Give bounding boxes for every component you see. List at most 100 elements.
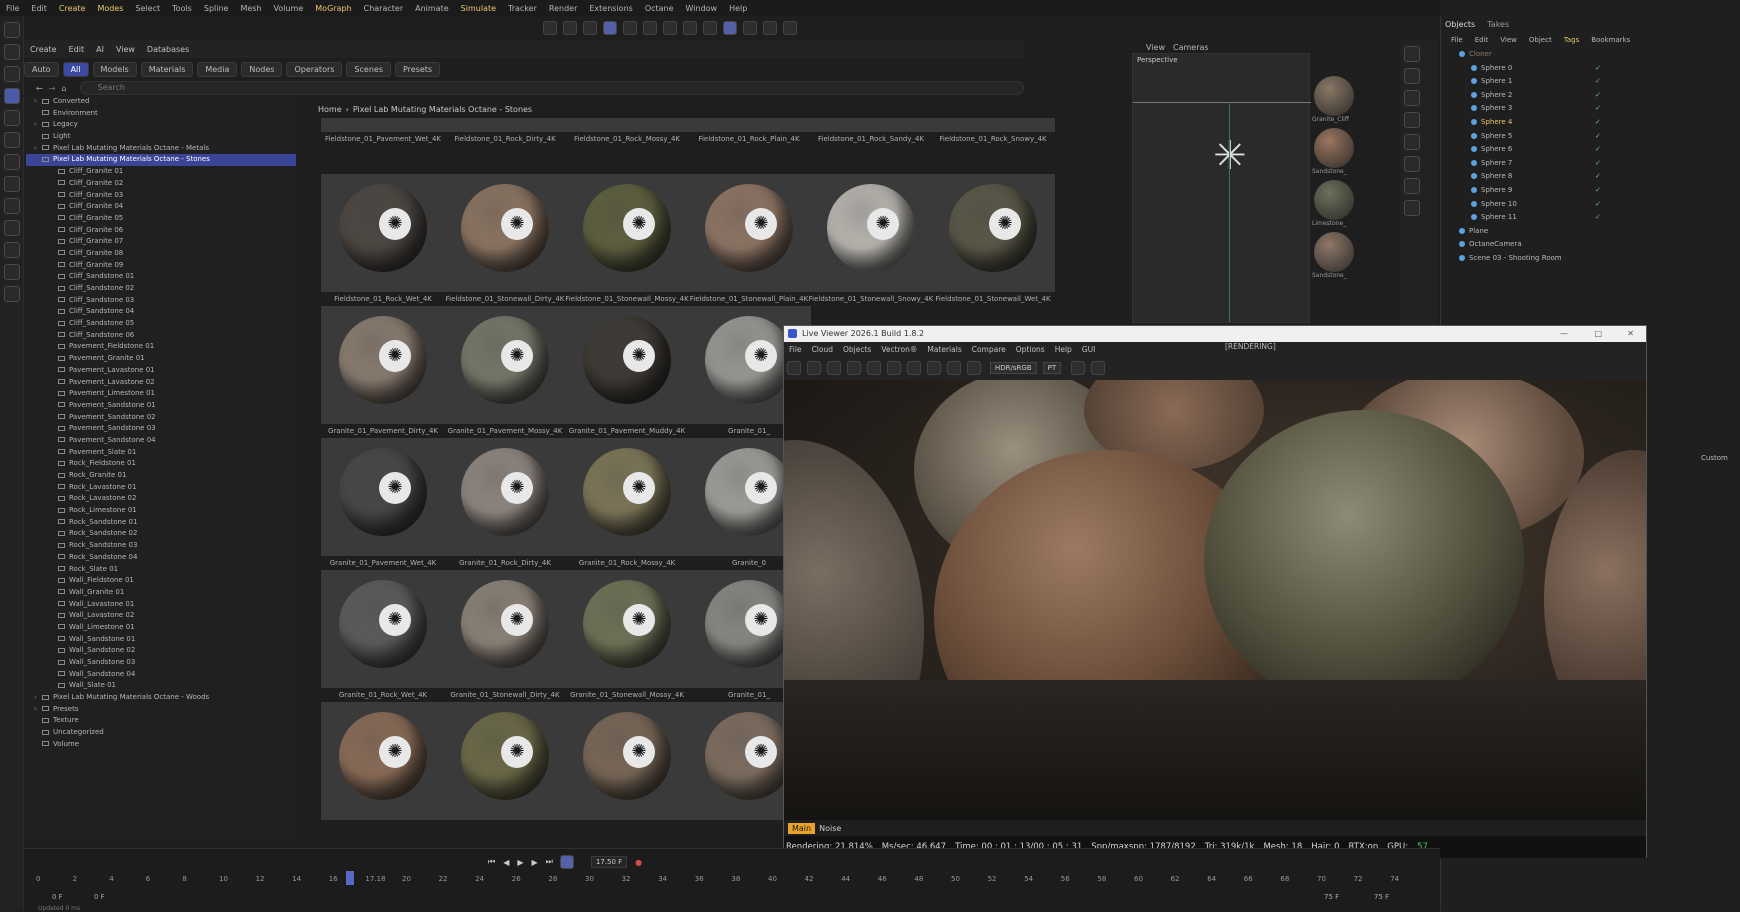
tree-item[interactable]: Pavement_Granite 01 — [26, 353, 296, 365]
start-frame-field-2[interactable]: 0 F — [94, 893, 105, 901]
asset-menu-ai[interactable]: AI — [96, 45, 104, 54]
sphere-preview-icon[interactable] — [907, 361, 921, 375]
asset-thumbnail[interactable]: ✺ — [443, 570, 567, 688]
tree-item[interactable]: Cliff_Granite 03 — [26, 190, 296, 202]
tree-item[interactable]: Pavement_Lavastone 01 — [26, 365, 296, 377]
asset-thumbnail[interactable]: ✺ — [321, 702, 445, 820]
home-icon[interactable]: ⌂ — [61, 84, 66, 93]
visible-check-icon[interactable]: ✓ — [1595, 102, 1601, 116]
filter-tag-materials[interactable]: Materials — [140, 61, 194, 77]
object-menu-bookmarks[interactable]: Bookmarks — [1591, 36, 1630, 44]
visible-check-icon[interactable]: ✓ — [1595, 116, 1601, 130]
object-row[interactable]: OctaneCamera — [1455, 238, 1740, 252]
field-icon[interactable] — [1404, 200, 1420, 216]
filter-tag-presets[interactable]: Presets — [394, 61, 441, 77]
menu-item-create[interactable]: Create — [59, 4, 86, 13]
tree-item[interactable]: Wall_Granite 01 — [26, 587, 296, 599]
playhead[interactable] — [346, 871, 354, 885]
restart-render-icon[interactable] — [807, 361, 821, 375]
asset-card[interactable]: ✺ — [562, 702, 692, 823]
asset-card[interactable]: ✺ — [318, 702, 448, 823]
object-menu-tags[interactable]: Tags — [1564, 36, 1580, 44]
object-row[interactable]: Sphere 1 ✓ — [1455, 75, 1740, 89]
asset-thumbnail[interactable]: ✺ — [687, 118, 811, 132]
asset-card[interactable]: ✺ Granite_01_Rock_Wet_4K — [318, 570, 448, 702]
asset-thumbnail[interactable]: ✺ — [565, 118, 689, 132]
material-slot[interactable]: Sandstone_ — [1312, 128, 1356, 178]
asset-thumbnail[interactable]: ✺ — [565, 570, 689, 688]
tree-item[interactable]: Wall_Slate 01 — [26, 680, 296, 692]
generator-icon[interactable] — [1404, 134, 1420, 150]
pause-icon[interactable] — [827, 361, 841, 375]
object-row[interactable]: Sphere 11 ✓ — [1455, 211, 1740, 225]
tree-item[interactable]: Pavement_Sandstone 01 — [26, 400, 296, 412]
forward-icon[interactable]: → — [49, 84, 56, 93]
minimize-icon[interactable]: — — [1560, 326, 1568, 342]
tree-item[interactable]: Rock_Slate 01 — [26, 564, 296, 576]
asset-card[interactable]: ✺ Fieldstone_01_Stonewall_Wet_4K — [928, 174, 1058, 306]
asset-thumbnail[interactable]: ✺ — [321, 118, 445, 132]
render-settings-icon[interactable] — [623, 21, 637, 35]
menu-item-mesh[interactable]: Mesh — [240, 4, 261, 13]
focus-icon[interactable] — [947, 361, 961, 375]
filter-tag-nodes[interactable]: Nodes — [241, 61, 283, 77]
asset-card[interactable]: ✺ Granite_01_Pavement_Muddy_4K — [562, 306, 692, 438]
object-menu-edit[interactable]: Edit — [1475, 36, 1489, 44]
asset-thumbnail[interactable]: ✺ — [443, 174, 567, 292]
tree-item[interactable]: Volume — [26, 739, 296, 751]
asset-thumbnail[interactable]: ✺ — [931, 118, 1055, 132]
grid-snap-icon[interactable] — [723, 21, 737, 35]
send-scene-icon[interactable] — [787, 361, 801, 375]
menu-item-extensions[interactable]: Extensions — [589, 4, 632, 13]
viewer-menu-item[interactable]: GUI — [1082, 345, 1096, 354]
menu-item-character[interactable]: Character — [364, 4, 404, 13]
asset-card[interactable]: ✺ Granite_01_Rock_Mossy_4K — [562, 438, 692, 570]
asset-card[interactable]: ✺ Fieldstone_01_Rock_Wet_4K — [318, 174, 448, 306]
viewer-menu-item[interactable]: Help — [1055, 345, 1072, 354]
visible-check-icon[interactable]: ✓ — [1595, 89, 1601, 103]
viewer-menu-item[interactable]: Objects — [843, 345, 871, 354]
asset-search-input[interactable]: Search — [80, 81, 1024, 95]
layer-custom-button[interactable]: Custom — [1701, 454, 1728, 462]
asset-card[interactable]: ✺ — [440, 702, 570, 823]
object-row[interactable]: Sphere 4 ✓ — [1455, 116, 1740, 130]
tree-item[interactable]: Pavement_Sandstone 04 — [26, 435, 296, 447]
filter-tag-models[interactable]: Models — [92, 61, 137, 77]
viewport-menu-cameras[interactable]: Cameras — [1173, 43, 1209, 52]
expand-arrow-icon[interactable]: › — [34, 692, 42, 704]
tree-item[interactable]: › Presets — [26, 704, 296, 716]
menu-item-file[interactable]: File — [6, 4, 19, 13]
settings-icon[interactable] — [867, 361, 881, 375]
tree-item[interactable]: Rock_Limestone 01 — [26, 505, 296, 517]
search-icon[interactable] — [4, 22, 20, 38]
viewport-menu-view[interactable]: View — [1146, 43, 1165, 52]
visible-check-icon[interactable]: ✓ — [1595, 75, 1601, 89]
material-slot[interactable]: Granite_Cliff — [1312, 76, 1356, 126]
tree-item[interactable]: Wall_Sandstone 02 — [26, 645, 296, 657]
knife-icon[interactable] — [4, 264, 20, 280]
render-view-icon[interactable] — [603, 21, 617, 35]
asset-card[interactable]: ✺ Granite_01_Stonewall_Dirty_4K — [440, 570, 570, 702]
tree-item[interactable]: › Converted — [26, 96, 296, 108]
menu-item-spline[interactable]: Spline — [204, 4, 229, 13]
edges-mode-icon[interactable] — [4, 176, 20, 192]
undo-icon[interactable] — [543, 21, 557, 35]
colorspace-select[interactable]: HDR/sRGB — [990, 362, 1037, 374]
tree-item[interactable]: › Legacy — [26, 119, 296, 131]
lock-icon[interactable] — [887, 361, 901, 375]
asset-menu-databases[interactable]: Databases — [147, 45, 189, 54]
viewer-menu-item[interactable]: Vectron® — [881, 345, 917, 354]
expand-arrow-icon[interactable]: › — [34, 119, 42, 131]
region-render-icon[interactable] — [847, 361, 861, 375]
tree-item[interactable]: Cliff_Granite 01 — [26, 166, 296, 178]
tree-item[interactable]: Cliff_Granite 08 — [26, 248, 296, 260]
object-row[interactable]: Plane — [1455, 225, 1740, 239]
points-mode-icon[interactable] — [4, 154, 20, 170]
asset-thumbnail[interactable]: ✺ — [321, 306, 445, 424]
tree-item[interactable]: Cliff_Granite 07 — [26, 236, 296, 248]
asset-thumbnail[interactable]: ✺ — [321, 438, 445, 556]
asset-card[interactable]: ✺ Fieldstone_01_Pavement_Wet_4K — [318, 118, 448, 146]
polygon-mode-icon[interactable] — [4, 198, 20, 214]
move-icon[interactable] — [4, 66, 20, 82]
workplane-icon[interactable] — [743, 21, 757, 35]
